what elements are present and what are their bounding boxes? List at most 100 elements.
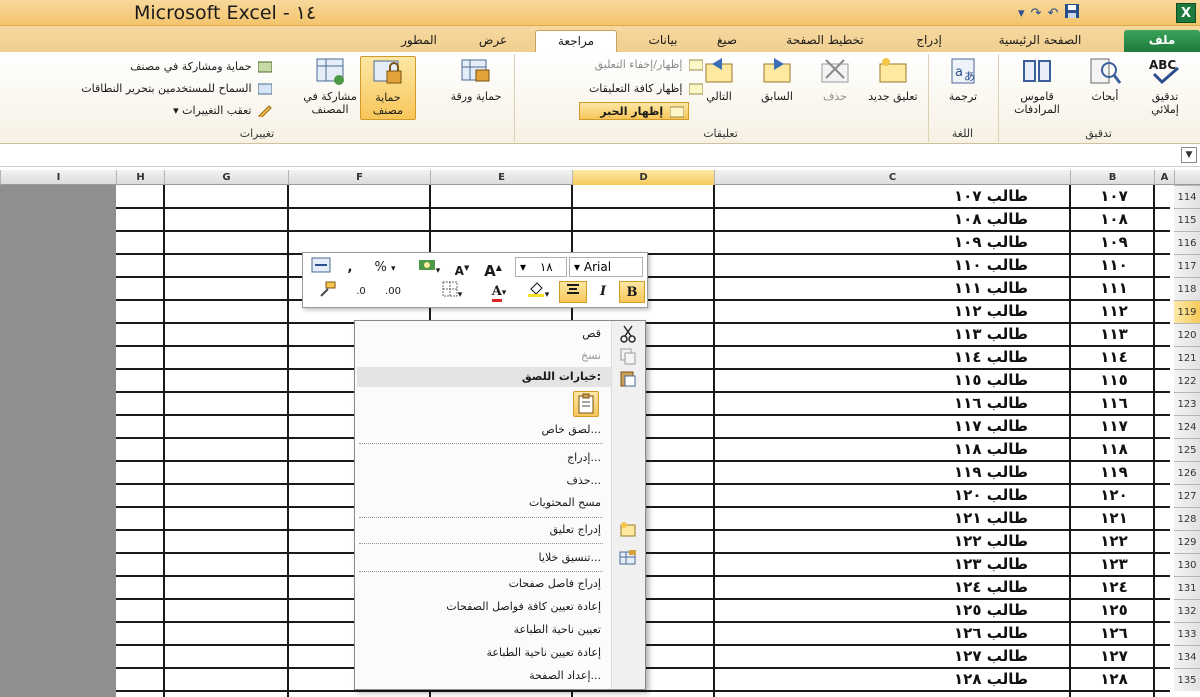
cell-student-name[interactable]: طالب ١٢٦ [716,622,1066,645]
grow-font-icon[interactable]: A▲ [479,257,507,280]
research-button[interactable]: أبحاث [1077,56,1133,120]
cell-student-number[interactable]: ١١٣ [1072,323,1156,346]
tab-home[interactable]: الصفحة الرئيسية [980,30,1100,52]
select-all-corner[interactable] [1174,170,1200,185]
column-header-b[interactable]: B [1070,170,1154,185]
decrease-decimal-icon[interactable]: .00 [379,281,407,303]
row-header[interactable]: 115 [1174,208,1200,231]
cell-student-number[interactable]: ١٢٧ [1072,645,1156,668]
save-icon[interactable] [1064,3,1080,23]
row-header[interactable]: 127 [1174,484,1200,507]
bold-icon[interactable]: B [619,281,645,303]
cell-student-name[interactable]: طالب ١١٦ [716,392,1066,415]
fill-color-icon[interactable]: ▾ [521,281,555,303]
cell-student-number[interactable]: ١٢٢ [1072,530,1156,553]
track-changes-button[interactable]: ▾ تعقب التغييرات [22,102,272,120]
tab-insert[interactable]: إدراج [906,30,952,52]
cell-student-name[interactable]: طالب ١٢٢ [716,530,1066,553]
row-header[interactable]: 120 [1174,323,1200,346]
column-header-c[interactable]: C [714,170,1070,185]
cell-student-name[interactable]: طالب ١٢٤ [716,576,1066,599]
column-header-h[interactable]: H [116,170,164,185]
share-workbook-button[interactable]: مشاركة في المصنف [302,56,358,120]
thesaurus-button[interactable]: قاموس المرادفات [1003,56,1071,120]
menu-item-paste-special[interactable]: لصق خاص... [541,419,601,441]
tab-file[interactable]: ملف [1124,30,1200,52]
cell-student-number[interactable]: ١٢٥ [1072,599,1156,622]
font-name-box[interactable]: ▾ Arial [569,257,643,277]
shrink-font-icon[interactable]: A▼ [449,257,475,279]
cell-student-name[interactable]: طالب ١١٧ [716,415,1066,438]
column-header-e[interactable]: E [430,170,572,185]
borders-icon[interactable]: ▾ [429,281,475,303]
menu-item-format-cells[interactable]: تنسيق خلايا... [539,547,601,569]
cell-student-number[interactable]: ١٢٣ [1072,553,1156,576]
italic-icon[interactable]: I [591,281,615,303]
font-size-box[interactable]: ▾ ١٨ [515,257,567,277]
cell-student-number[interactable]: ١١٠ [1072,254,1156,277]
cell-student-name[interactable]: طالب ١٠٧ [716,185,1066,208]
row-header[interactable]: 132 [1174,599,1200,622]
show-all-comments-button[interactable]: إظهار كافة التعليقات [523,80,704,98]
allow-edit-ranges-button[interactable]: السماح للمستخدمين بتحرير النطاقات [22,80,273,98]
column-header-a[interactable]: A [1154,170,1174,185]
cell-student-name[interactable]: طالب ١١٥ [716,369,1066,392]
row-header[interactable]: 119 [1174,300,1200,323]
cell-student-name[interactable]: طالب ١٢٨ [716,668,1066,691]
column-header-d[interactable]: D [572,170,714,185]
tab-review[interactable]: مراجعة [535,30,617,52]
menu-item-cut[interactable]: قص [582,323,601,345]
cell-student-number[interactable]: ١١١ [1072,277,1156,300]
row-header[interactable]: 134 [1174,645,1200,668]
row-header[interactable]: 123 [1174,392,1200,415]
row-header[interactable]: 125 [1174,438,1200,461]
menu-item-set-print-area[interactable]: تعيين ناحية الطباعة [514,619,601,641]
cell-student-number[interactable]: ١١٩ [1072,461,1156,484]
column-header-i[interactable]: I [0,170,116,185]
row-header[interactable]: 126 [1174,461,1200,484]
row-header[interactable]: 118 [1174,277,1200,300]
row-header[interactable]: 124 [1174,415,1200,438]
menu-item-reset-print-area[interactable]: إعادة تعيين ناحية الطباعة [487,642,602,664]
cell-student-number[interactable]: ١٠٨ [1072,208,1156,231]
redo-icon[interactable]: ↷ [1031,6,1042,21]
menu-item-insert-page-break[interactable]: إدراج فاصل صفحات [509,573,601,595]
menu-item-delete[interactable]: حذف... [567,470,601,492]
row-header[interactable]: 122 [1174,369,1200,392]
percent-style-button[interactable]: % ▾ [363,257,407,279]
cell-student-number[interactable]: ١٢٨ [1072,668,1156,691]
row-header[interactable]: 133 [1174,622,1200,645]
row-header[interactable]: 128 [1174,507,1200,530]
cell-student-number[interactable]: ١٢٤ [1072,576,1156,599]
cell-student-name[interactable]: طالب ١١٤ [716,346,1066,369]
cell-student-name[interactable]: طالب ١٢٣ [716,553,1066,576]
row-header[interactable]: 121 [1174,346,1200,369]
cell-student-name[interactable]: طالب ١١٢ [716,300,1066,323]
increase-decimal-icon[interactable]: .0 [347,281,375,303]
row-header[interactable]: 130 [1174,553,1200,576]
row-header[interactable]: 131 [1174,576,1200,599]
cell-student-number[interactable]: ١٠٧ [1072,185,1156,208]
comma-style-button[interactable]: , [341,257,359,279]
cell-student-name[interactable]: طالب ١٢٥ [716,599,1066,622]
menu-item-copy[interactable]: نسخ [581,345,601,367]
cell-student-number[interactable]: ١١٨ [1072,438,1156,461]
tab-developer[interactable]: المطور [394,30,444,52]
excel-logo-icon[interactable]: X [1176,3,1196,23]
next-comment-button[interactable]: التالي [691,56,747,120]
customize-icon[interactable]: ▾ [1018,6,1025,21]
row-header[interactable]: 117 [1174,254,1200,277]
menu-item-insert-comment[interactable]: إدراج تعليق [550,519,601,541]
cell-student-number[interactable]: ١٢١ [1072,507,1156,530]
cell-student-number[interactable]: ١١٧ [1072,415,1156,438]
row-header[interactable]: 116 [1174,231,1200,254]
row-header[interactable]: 129 [1174,530,1200,553]
cell-student-number[interactable]: ١١٢ [1072,300,1156,323]
menu-item-page-setup[interactable]: إعداد الصفحة... [529,665,601,687]
menu-item-reset-page-breaks[interactable]: إعادة تعيين كافة فواصل الصفحات [446,596,601,618]
cell-student-number[interactable]: ١٢٦ [1072,622,1156,645]
spelling-button[interactable]: ABC تدقيق إملائي [1137,56,1193,120]
protect-workbook-button[interactable]: حماية مصنف [360,56,416,120]
cell-student-name[interactable]: طالب ١٢١ [716,507,1066,530]
protect-share-button[interactable]: حماية ومشاركة في مصنف [22,58,273,76]
